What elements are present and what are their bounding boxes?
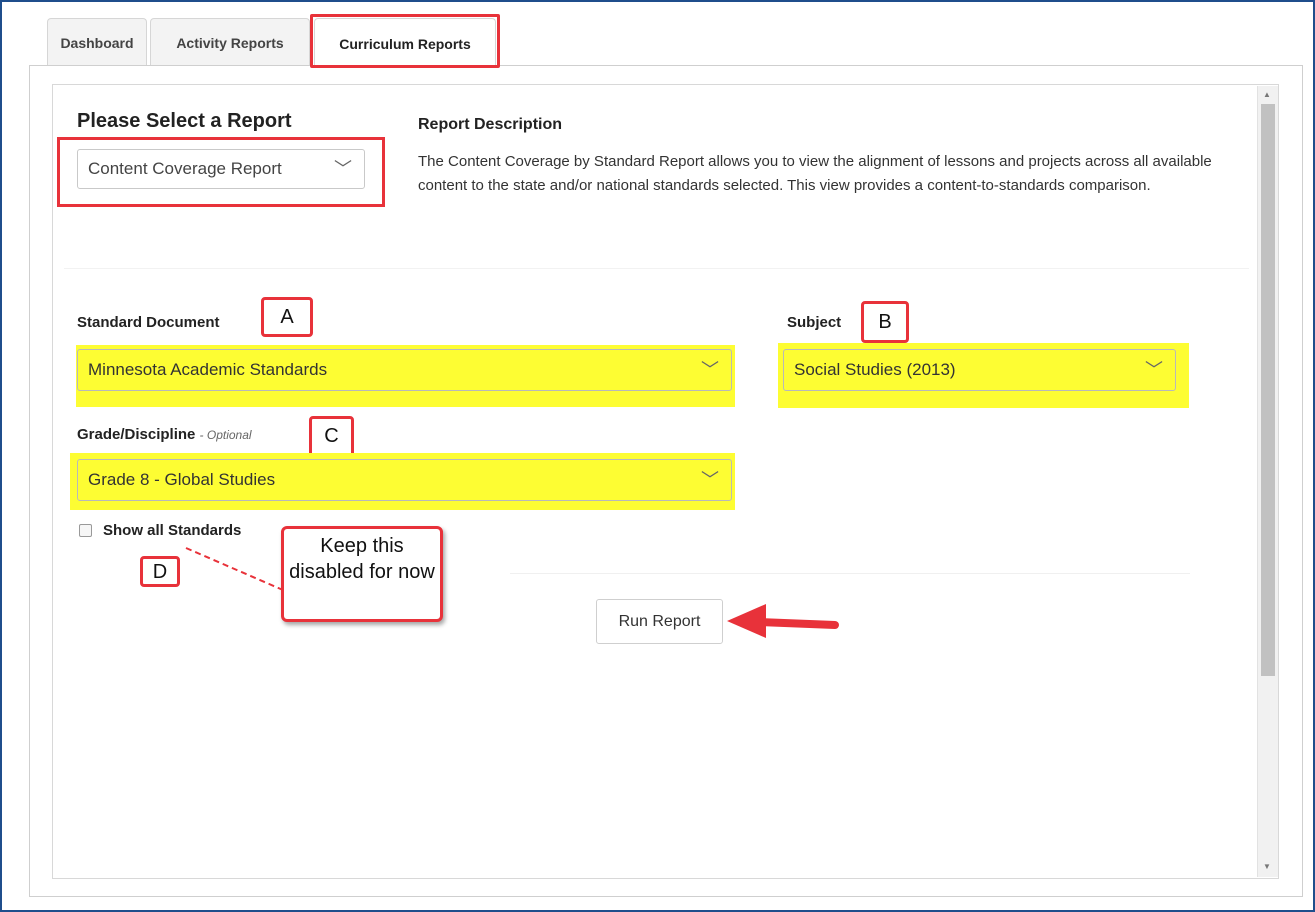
report-select-highlight-box xyxy=(57,137,385,207)
callout-a: A xyxy=(261,297,313,337)
triangle-up-icon[interactable]: ▲ xyxy=(1263,90,1271,99)
scrollbar[interactable]: ▲ ▼ xyxy=(1257,86,1278,877)
show-all-standards-label[interactable]: Show all Standards xyxy=(103,522,241,539)
grade-discipline-label: Grade/Discipline - Optional xyxy=(77,426,252,443)
triangle-down-icon[interactable]: ▼ xyxy=(1263,862,1271,871)
standard-document-value: Minnesota Academic Standards xyxy=(88,360,328,379)
chevron-down-icon: ﹀ xyxy=(701,470,719,490)
optional-label: - Optional xyxy=(199,428,252,442)
subject-select[interactable]: Social Studies (2013) ﹀ xyxy=(783,349,1176,391)
keep-disabled-note: Keep this disabled for now xyxy=(281,526,443,622)
show-all-standards-checkbox[interactable] xyxy=(79,524,92,537)
grade-discipline-value: Grade 8 - Global Studies xyxy=(88,470,276,489)
select-report-heading: Please Select a Report xyxy=(77,110,292,132)
chevron-down-icon: ﹀ xyxy=(1145,360,1163,380)
tab-activity-reports[interactable]: Activity Reports xyxy=(150,18,310,66)
report-description-text: The Content Coverage by Standard Report … xyxy=(418,153,1212,194)
grade-discipline-label-text: Grade/Discipline xyxy=(77,426,196,443)
subject-value: Social Studies (2013) xyxy=(794,360,956,379)
callout-c: C xyxy=(309,416,354,457)
tab-label: Dashboard xyxy=(60,34,134,51)
divider xyxy=(510,573,1190,574)
run-report-button[interactable]: Run Report xyxy=(596,599,723,644)
callout-d: D xyxy=(140,556,180,587)
callout-b: B xyxy=(861,301,909,343)
chevron-down-icon: ﹀ xyxy=(701,360,719,380)
divider xyxy=(64,268,1249,269)
standard-document-label: Standard Document xyxy=(77,314,220,331)
report-description-title: Report Description xyxy=(418,116,563,133)
tab-label: Activity Reports xyxy=(176,34,284,51)
grade-discipline-select[interactable]: Grade 8 - Global Studies ﹀ xyxy=(77,459,732,501)
tab-highlight-box xyxy=(310,14,500,68)
standard-document-select[interactable]: Minnesota Academic Standards ﹀ xyxy=(77,349,732,391)
subject-label: Subject xyxy=(787,314,842,331)
tab-dashboard[interactable]: Dashboard xyxy=(47,18,147,66)
scrollbar-thumb[interactable] xyxy=(1261,104,1275,676)
